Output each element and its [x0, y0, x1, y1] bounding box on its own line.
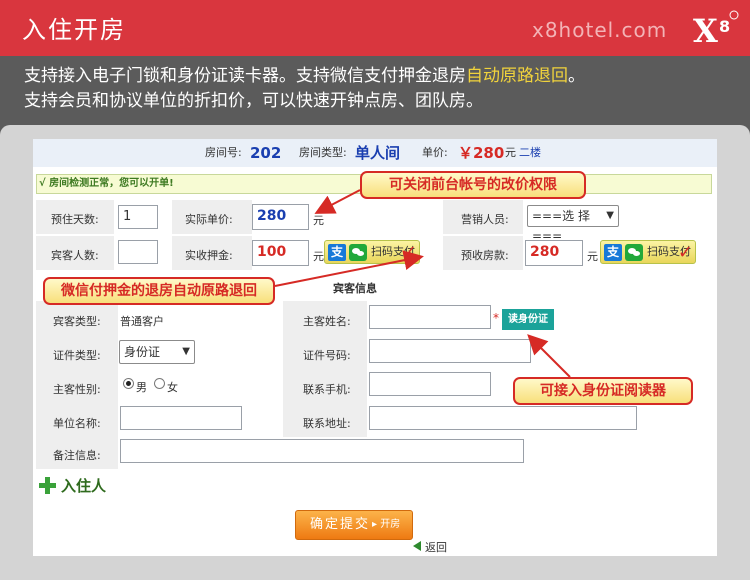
callout-refund: 微信付押金的退房自动原路退回 — [43, 277, 275, 305]
callout-id-reader: 可接入身份证阅读器 — [513, 377, 693, 405]
callout-price-lock: 可关闭前台帐号的改价权限 — [360, 171, 586, 199]
